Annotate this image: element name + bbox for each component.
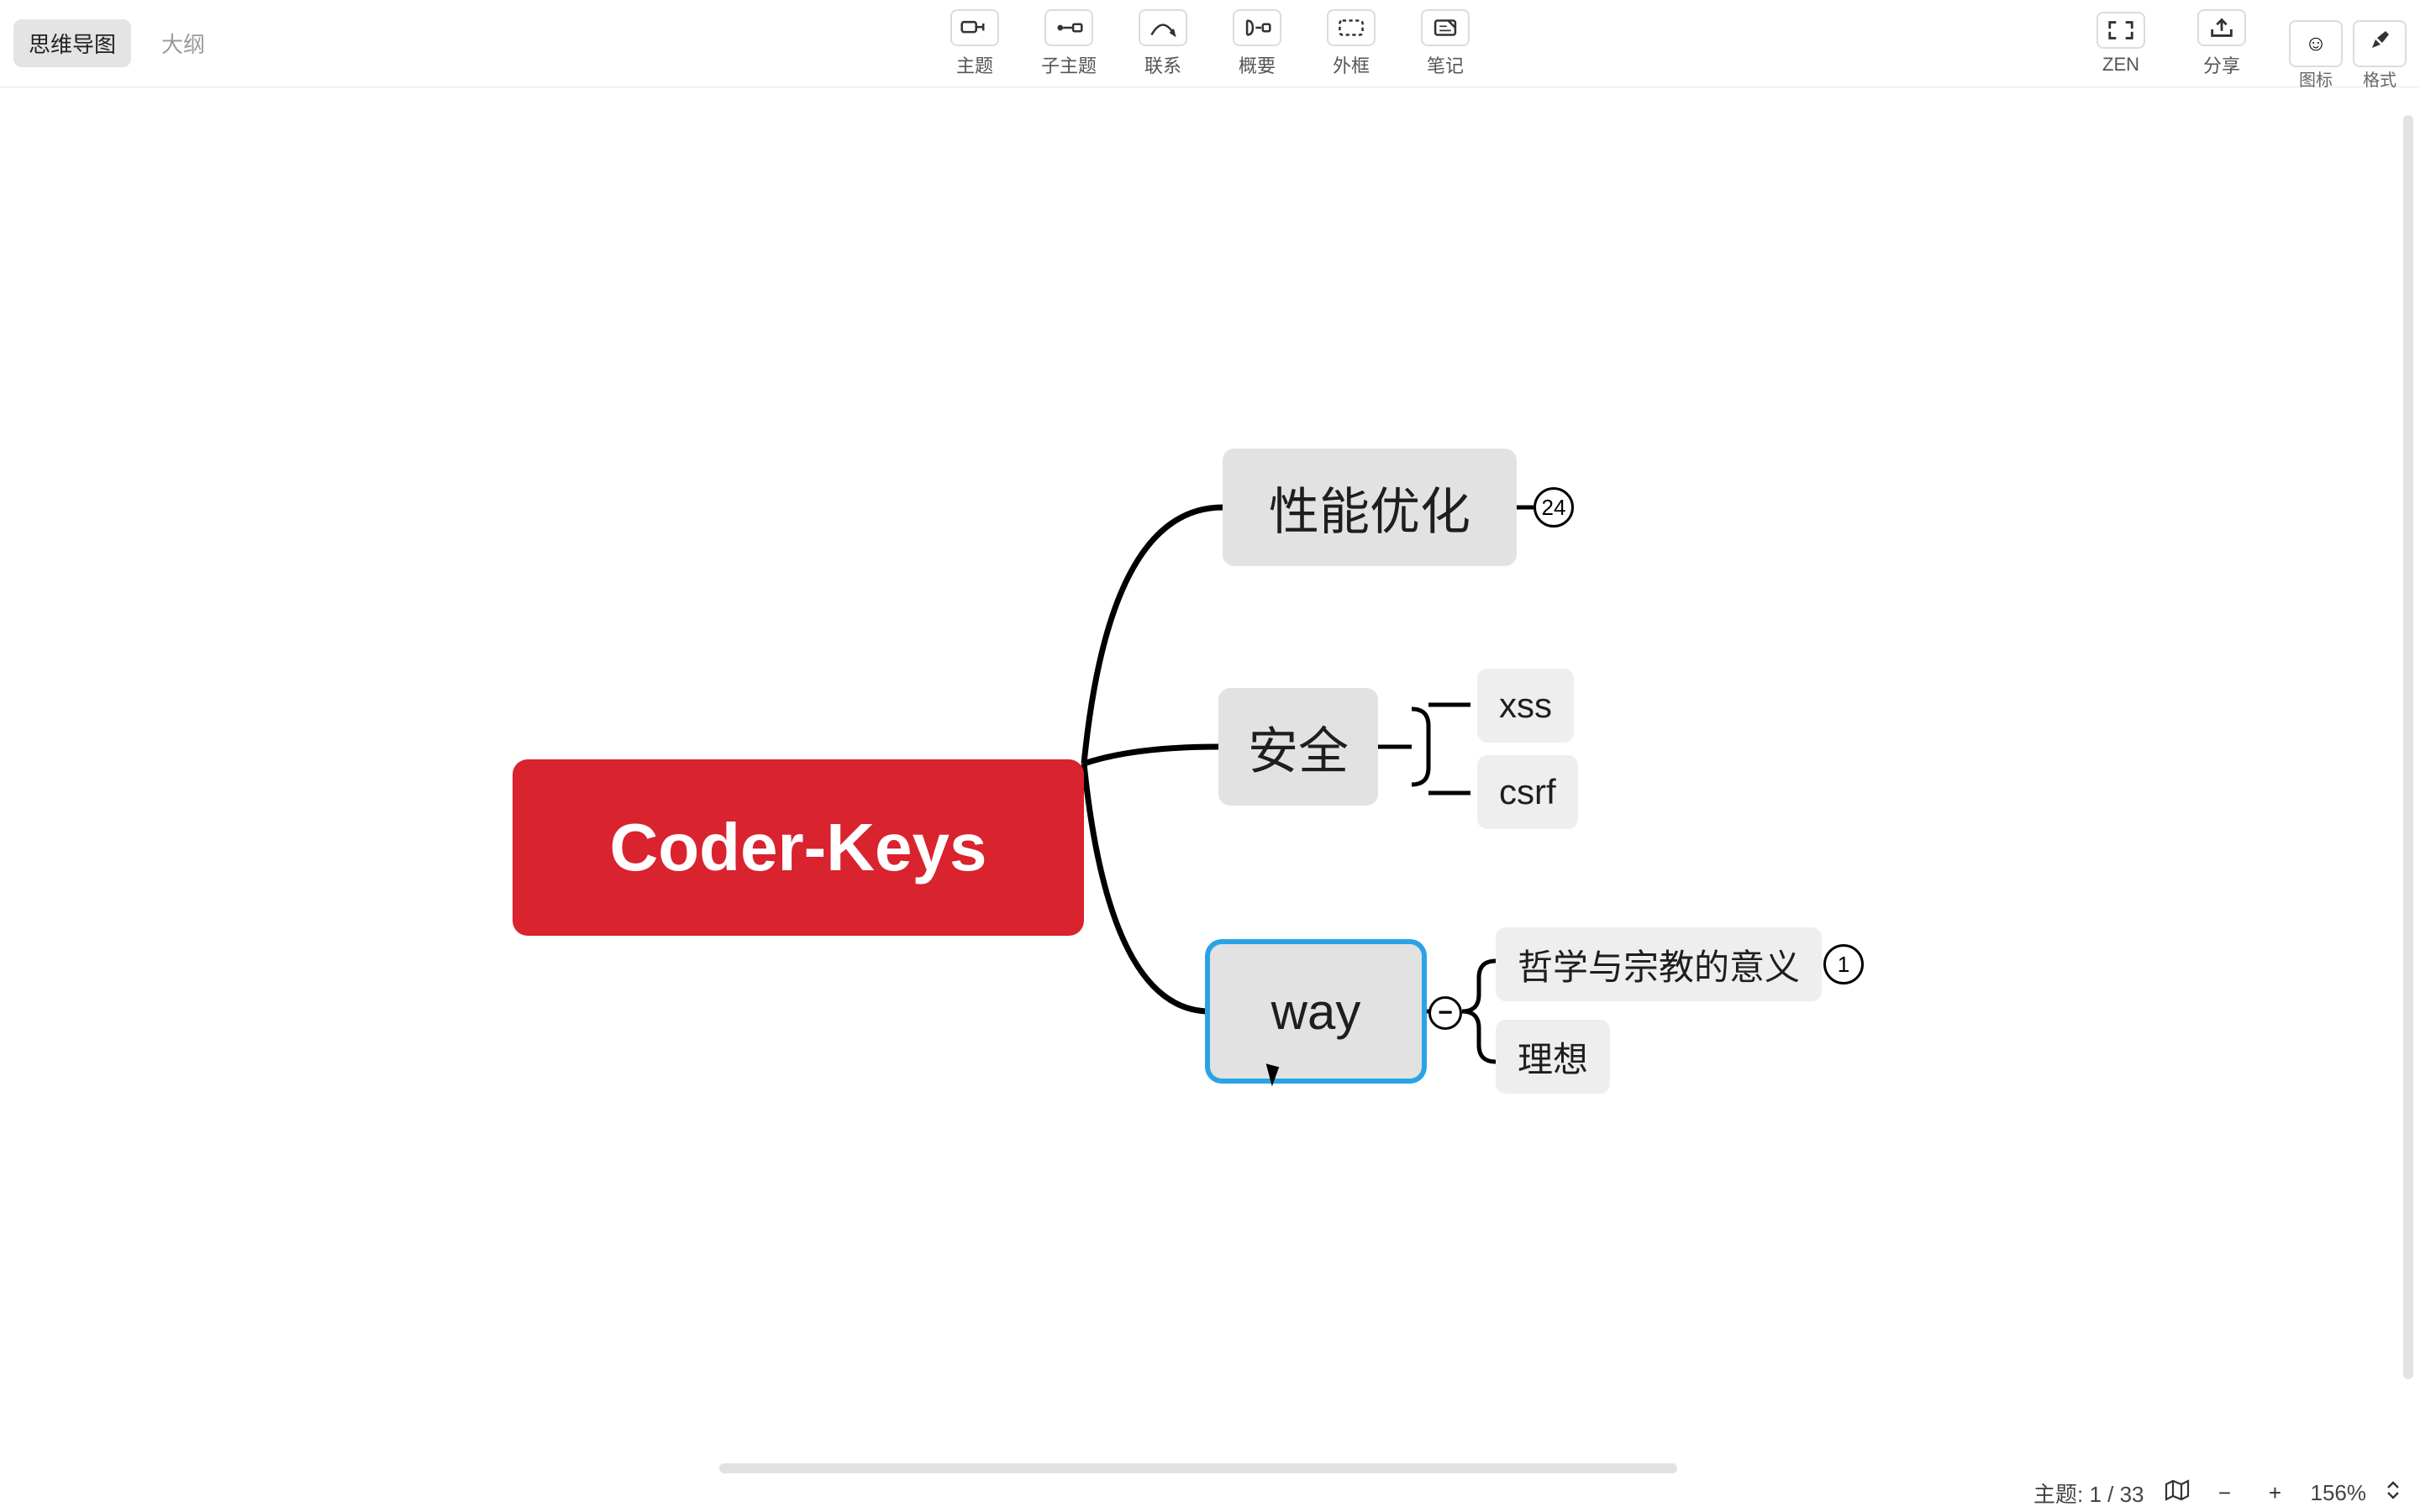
subtopic-button[interactable]: 子主题 — [1027, 8, 1111, 80]
smiley-icon: ☺ — [2305, 30, 2328, 56]
subtopic-csrf[interactable]: csrf — [1477, 755, 1578, 829]
vertical-scrollbar[interactable] — [2403, 87, 2413, 1462]
zoom-in-button[interactable]: + — [2260, 1478, 2291, 1508]
zoom-out-button[interactable]: − — [2210, 1478, 2240, 1508]
relationship-button[interactable]: 联系 — [1121, 8, 1205, 80]
center-tools: 主题 子主题 联系 概要 外框 — [933, 8, 1487, 80]
subtopic-icon — [1044, 9, 1093, 46]
topic-count-label: 主题: 1 / 33 — [2033, 1478, 2144, 1509]
topic-performance[interactable]: 性能优化 — [1223, 449, 1517, 566]
view-tabs: 思维导图 大纲 — [13, 19, 220, 67]
share-icon — [2197, 9, 2246, 46]
tab-outline[interactable]: 大纲 — [146, 19, 220, 67]
relationship-icon — [1139, 9, 1187, 46]
format-panel-button[interactable]: 格式 — [2353, 20, 2407, 67]
zen-icon — [2096, 12, 2145, 49]
subtopic-philosophy-count-badge[interactable]: 1 — [1823, 944, 1864, 984]
minimap-button[interactable] — [2165, 1479, 2190, 1507]
topic-button[interactable]: 主题 — [933, 8, 1017, 80]
note-button[interactable]: 笔记 — [1403, 8, 1487, 80]
toolbar: 思维导图 大纲 主题 子主题 联系 概要 — [0, 0, 2420, 87]
summary-icon — [1233, 9, 1281, 46]
zen-button[interactable]: ZEN — [2087, 8, 2154, 80]
topic-icon — [950, 9, 999, 46]
subtopic-ideal[interactable]: 理想 — [1496, 1020, 1610, 1094]
summary-button[interactable]: 概要 — [1215, 8, 1299, 80]
zoom-stepper[interactable] — [2386, 1479, 2400, 1506]
subtopic-xss[interactable]: xss — [1477, 669, 1574, 743]
right-tools: ZEN 分享 ☺ 图标 格式 — [2087, 8, 2407, 80]
brush-icon — [2369, 29, 2391, 57]
zoom-level: 156% — [2311, 1480, 2367, 1506]
vertical-scroll-thumb[interactable] — [2403, 115, 2413, 1379]
mindmap-canvas[interactable]: Coder-Keys 性能优化 24 安全 xss csrf way − 哲学与… — [0, 87, 2396, 1470]
tab-mindmap[interactable]: 思维导图 — [13, 19, 131, 67]
topic-way[interactable]: way — [1210, 944, 1422, 1079]
topic-performance-count-badge[interactable]: 24 — [1534, 487, 1574, 528]
status-bar: 主题: 1 / 33 − + 156% — [0, 1473, 2420, 1512]
horizontal-scrollbar[interactable] — [0, 1463, 2396, 1473]
share-button[interactable]: 分享 — [2188, 8, 2255, 80]
horizontal-scroll-thumb[interactable] — [719, 1463, 1678, 1473]
panel-toggles: ☺ 图标 格式 — [2289, 20, 2407, 67]
topic-security[interactable]: 安全 — [1218, 688, 1378, 806]
subtopic-philosophy[interactable]: 哲学与宗教的意义 — [1496, 927, 1822, 1001]
boundary-icon — [1327, 9, 1376, 46]
collapse-toggle[interactable]: − — [1428, 996, 1462, 1030]
connector-lines — [0, 87, 2396, 1470]
sticker-panel-button[interactable]: ☺ 图标 — [2289, 20, 2343, 67]
central-topic[interactable]: Coder-Keys — [513, 759, 1084, 936]
note-icon — [1421, 9, 1470, 46]
boundary-button[interactable]: 外框 — [1309, 8, 1393, 80]
